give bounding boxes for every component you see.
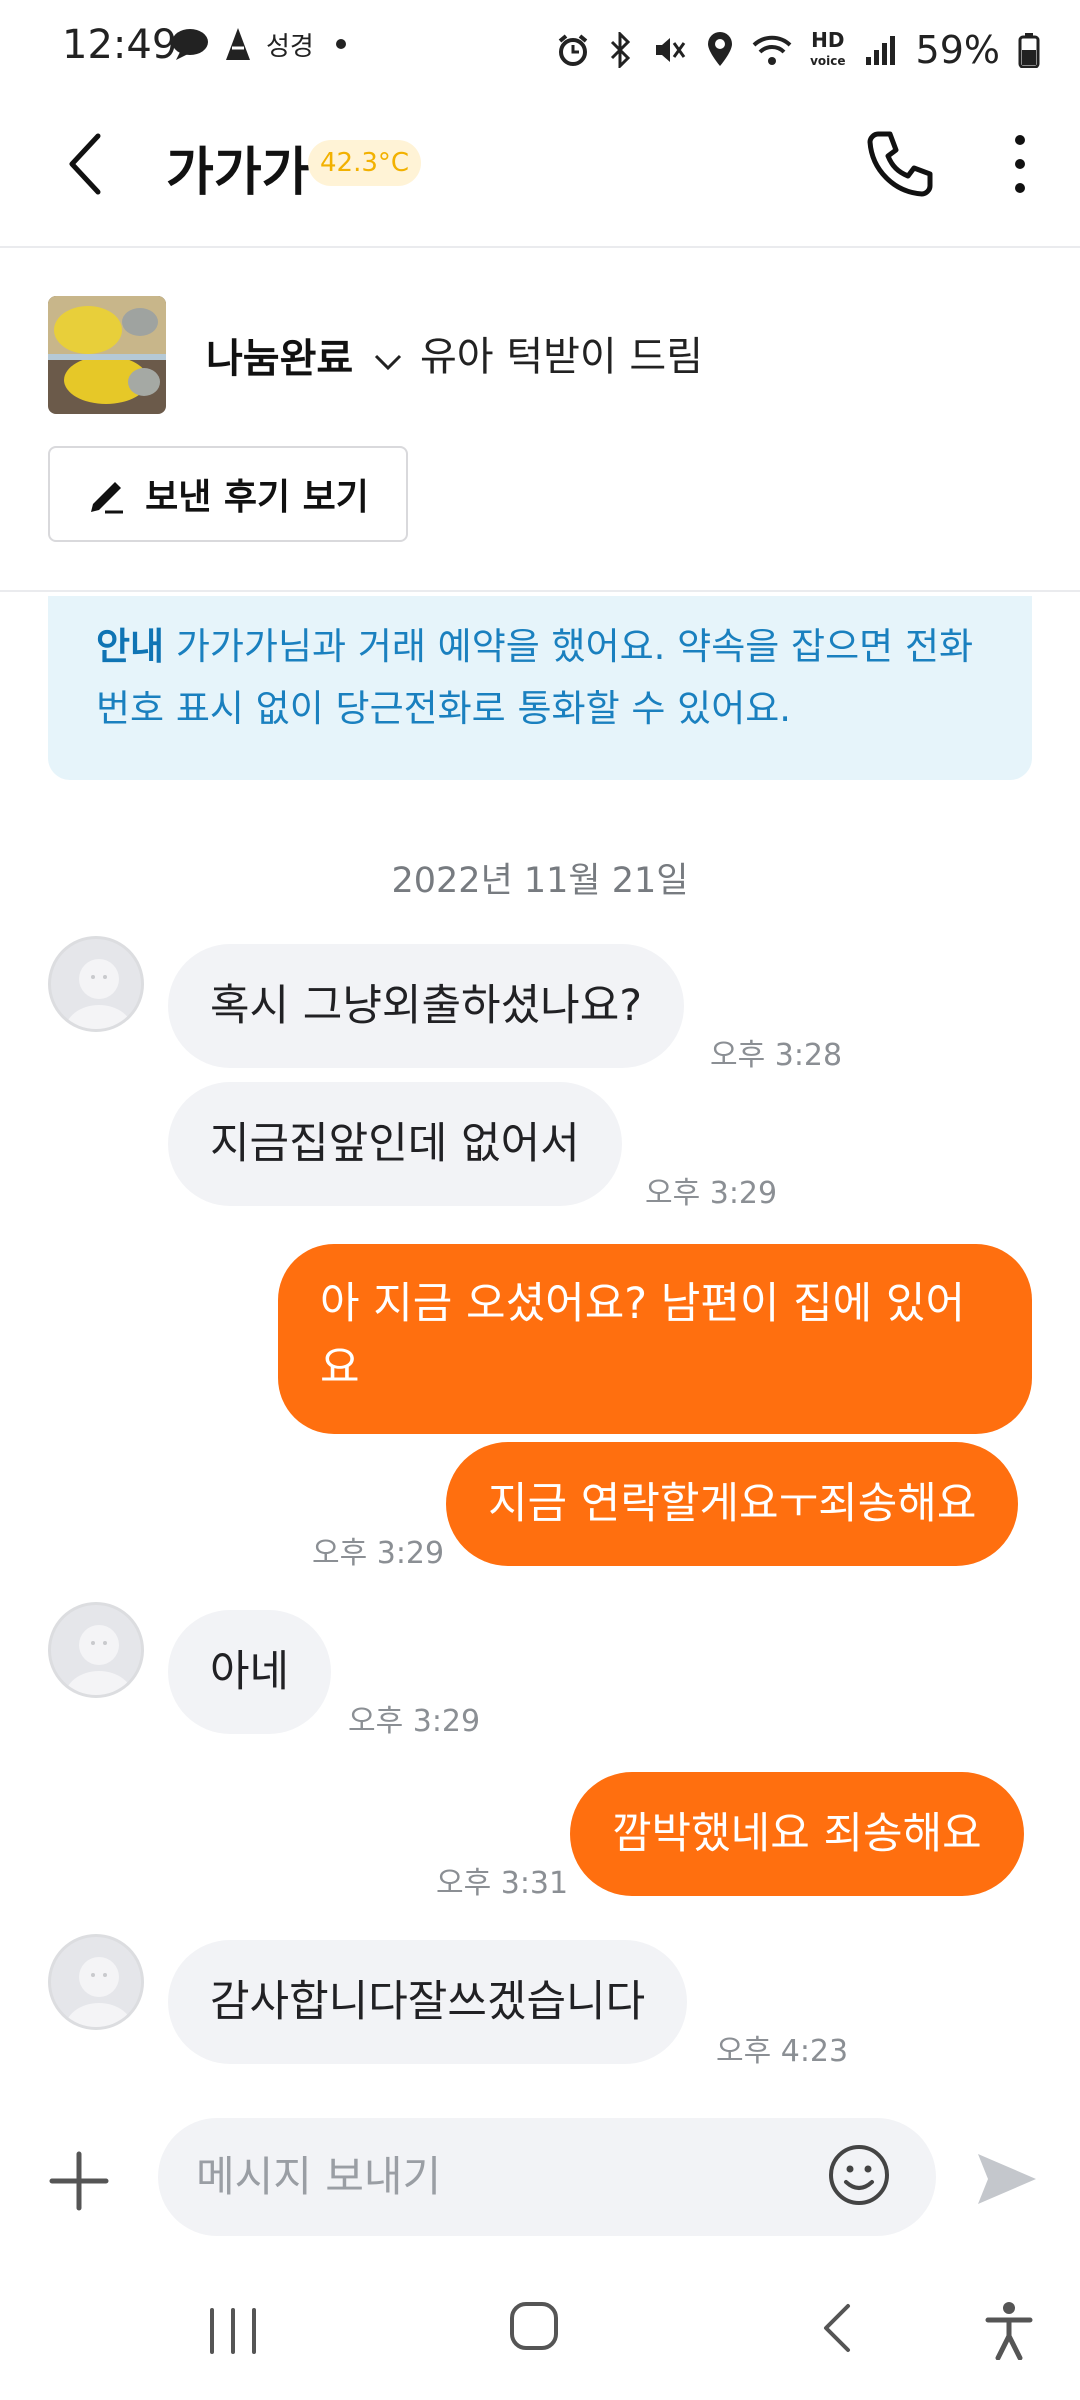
product-thumbnail[interactable] [48, 296, 166, 414]
message-time: 오후 3:31 [436, 1866, 569, 1901]
message-time: 오후 3:29 [645, 1176, 778, 1211]
add-attachment-button[interactable] [46, 2148, 112, 2214]
hd-voice-icon: HD voice [810, 27, 846, 68]
message-time: 오후 3:29 [348, 1704, 481, 1739]
message-bubble-outgoing[interactable]: 지금 연락할게요ㅜ죄송해요 [446, 1442, 1019, 1566]
avatar[interactable] [48, 1934, 144, 2030]
system-back-button[interactable] [818, 2302, 858, 2354]
more-vertical-icon[interactable] [1006, 132, 1034, 196]
alarm-icon [558, 34, 588, 66]
divider [0, 590, 1080, 592]
send-button[interactable] [974, 2146, 1040, 2212]
app-notification-icon [226, 28, 250, 60]
avatar[interactable] [48, 1602, 144, 1698]
chevron-down-icon [375, 354, 402, 371]
battery-percent: 59% [915, 28, 1000, 72]
pencil-icon [91, 482, 124, 514]
trade-status[interactable]: 나눔완료 [206, 326, 403, 384]
message-bubble-incoming[interactable]: 지금집앞인데 없어서 [168, 1082, 622, 1206]
message-time: 오후 4:23 [716, 2034, 849, 2069]
chat-partner-name: 가가가 [166, 143, 310, 203]
message-input[interactable]: 메시지 보내기 [158, 2118, 936, 2236]
carrier-label: 성경 [266, 31, 314, 62]
message-bubble-incoming[interactable]: 아네 [168, 1610, 332, 1734]
manner-temperature-badge: 42.3°C [308, 140, 422, 186]
avatar[interactable] [48, 936, 144, 1032]
bluetooth-icon [611, 32, 631, 68]
emoji-button[interactable] [826, 2142, 892, 2208]
wifi-icon [752, 35, 792, 65]
view-sent-review-button[interactable]: 보낸 후기 보기 [48, 446, 408, 542]
notice-label: 안내 [96, 625, 165, 668]
signal-icon [865, 36, 895, 65]
message-bubble-outgoing[interactable]: 깜박했네요 죄송해요 [570, 1772, 1024, 1896]
message-bubble-incoming[interactable]: 혹시 그냥외출하셨나요? [168, 944, 685, 1068]
date-divider: 2022년 11월 21일 [391, 861, 689, 901]
notice-text: 가가가님과 거래 예약을 했어요. 약속을 잡으면 전화번호 표시 없이 당근전… [96, 625, 974, 730]
status-left-icons: 성경 [170, 24, 346, 64]
message-bubble-incoming[interactable]: 감사합니다잘쓰겠습니다 [168, 1940, 688, 2064]
back-arrow-icon[interactable] [62, 128, 110, 200]
home-button[interactable] [508, 2300, 560, 2352]
status-bar: 12:49 성경 HD voice 59% [0, 0, 1080, 100]
accessibility-icon[interactable] [982, 2300, 1036, 2360]
status-time: 12:49 [62, 22, 178, 68]
recent-apps-button[interactable] [206, 2306, 260, 2356]
phone-icon[interactable] [864, 128, 936, 200]
product-title[interactable]: 유아 턱받이 드림 [420, 324, 703, 382]
mute-icon [656, 38, 686, 62]
message-bubble-outgoing[interactable]: 아 지금 오셨어요? 남편이 집에 있어요 [278, 1244, 1032, 1434]
reservation-notice: 안내 가가가님과 거래 예약을 했어요. 약속을 잡으면 전화번호 표시 없이 … [48, 596, 1032, 780]
location-icon [708, 32, 733, 66]
message-time: 오후 3:28 [710, 1038, 843, 1073]
battery-icon [1018, 33, 1040, 68]
status-right-icons: HD voice 59% [556, 20, 1040, 80]
chat-bubble-icon [172, 29, 208, 60]
notification-dot-icon [335, 39, 346, 49]
message-time: 오후 3:29 [312, 1536, 445, 1571]
